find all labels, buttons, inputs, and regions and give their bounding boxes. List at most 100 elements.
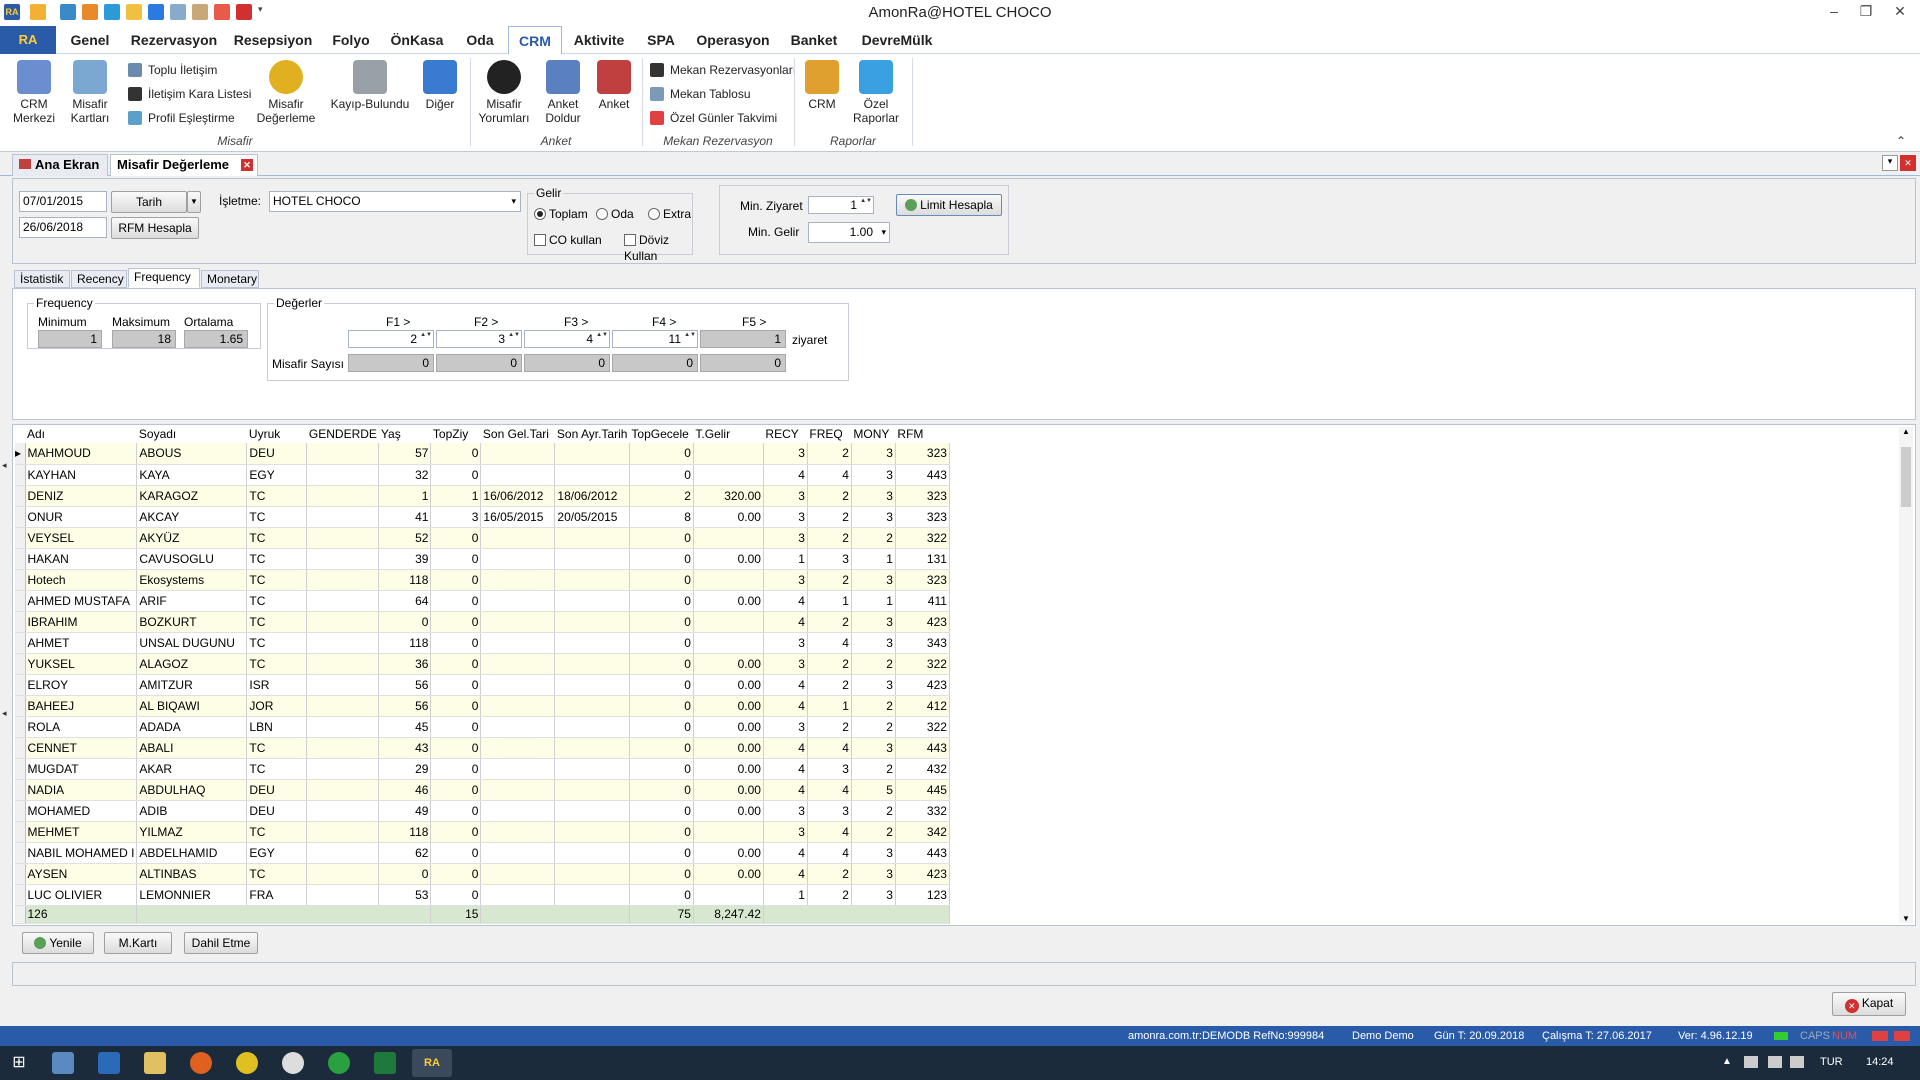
cell-rfm[interactable]: 423 (895, 611, 950, 633)
cell-genderde[interactable] (306, 485, 380, 507)
chevron-down-icon[interactable]: ▼ (187, 191, 201, 213)
cell-son-ayr-tarih[interactable] (554, 884, 630, 906)
cell-son-gel-tari[interactable] (480, 653, 556, 675)
row-indicator[interactable] (15, 779, 26, 801)
cell-topgecele[interactable]: 0 (629, 863, 694, 885)
cell-son-ayr-tarih[interactable] (554, 863, 630, 885)
cell-freq[interactable]: 2 (807, 443, 852, 465)
cell-freq[interactable]: 3 (807, 548, 852, 570)
cell-topgecele[interactable]: 0 (629, 800, 694, 822)
cell-rfm[interactable]: 343 (895, 632, 950, 654)
crm-report-button[interactable]: CRM (800, 60, 844, 111)
cell-uyruk[interactable]: TC (246, 569, 308, 591)
cell-soyad-[interactable]: LEMONNIER (136, 884, 248, 906)
cell-topziy[interactable]: 0 (430, 821, 482, 843)
cell-rfm[interactable]: 323 (895, 569, 950, 591)
cell-uyruk[interactable]: TC (246, 485, 308, 507)
cell-recy[interactable]: 4 (763, 863, 808, 885)
cell-topziy[interactable]: 0 (430, 758, 482, 780)
row-indicator[interactable] (15, 800, 26, 822)
cell-ya-[interactable]: 118 (378, 632, 432, 654)
table-row[interactable]: MEHMET YILMAZ TC 118 0 0 3 4 2 342 (15, 821, 950, 843)
cell-son-gel-tari[interactable] (480, 611, 556, 633)
cell-t-gelir[interactable]: 0.00 (693, 779, 764, 801)
cell-son-ayr-tarih[interactable] (554, 674, 630, 696)
misafir-kartlari-button[interactable]: Misafir Kartları (64, 60, 116, 125)
cell-son-ayr-tarih[interactable] (554, 464, 630, 486)
table-row[interactable]: ONUR AKCAY TC 41 3 16/05/2015 20/05/2015 8 0.00 3… (15, 506, 950, 528)
cell-ad-[interactable]: YUKSEL (25, 653, 138, 675)
cell-son-ayr-tarih[interactable] (554, 527, 630, 549)
collapse-left-icon[interactable]: ◂ (2, 460, 7, 471)
cell-t-gelir[interactable] (693, 821, 764, 843)
cell-rfm[interactable]: 423 (895, 863, 950, 885)
cell-uyruk[interactable]: LBN (246, 716, 308, 738)
row-indicator[interactable] (15, 506, 26, 528)
cell-recy[interactable]: 3 (763, 527, 808, 549)
cell-ad-[interactable]: ROLA (25, 716, 138, 738)
row-indicator[interactable] (15, 653, 26, 675)
cell-topgecele[interactable]: 0 (629, 611, 694, 633)
cell-recy[interactable]: 1 (763, 548, 808, 570)
table-row[interactable]: ELROY AMITZUR ISR 56 0 0 0.00 4 2 3 423 (15, 674, 950, 696)
cell-topziy[interactable]: 0 (430, 863, 482, 885)
cell-uyruk[interactable]: ISR (246, 674, 308, 696)
cell-rfm[interactable]: 443 (895, 464, 950, 486)
table-row[interactable]: YUKSEL ALAGOZ TC 36 0 0 0.00 3 2 2 322 (15, 653, 950, 675)
display-icon[interactable] (1768, 1056, 1782, 1068)
menu-folyo[interactable]: Folyo (326, 26, 376, 54)
radio-oda[interactable]: Oda (596, 206, 634, 222)
cell-rfm[interactable]: 443 (895, 737, 950, 759)
cell-son-gel-tari[interactable] (480, 716, 556, 738)
cell-topziy[interactable]: 0 (430, 653, 482, 675)
cell-ad-[interactable]: KAYHAN (25, 464, 138, 486)
cell-t-gelir[interactable]: 0.00 (693, 548, 764, 570)
cell-son-gel-tari[interactable] (480, 527, 556, 549)
cell-ya-[interactable]: 43 (378, 737, 432, 759)
cell-genderde[interactable] (306, 737, 380, 759)
tab-frequency[interactable]: Frequency (128, 268, 200, 288)
cell-mony[interactable]: 3 (851, 674, 896, 696)
cell-t-gelir[interactable]: 0.00 (693, 716, 764, 738)
cell-son-ayr-tarih[interactable] (554, 800, 630, 822)
cell-soyad-[interactable]: AKYÜZ (136, 527, 248, 549)
cell-freq[interactable]: 2 (807, 674, 852, 696)
cell-son-ayr-tarih[interactable] (554, 758, 630, 780)
cell-soyad-[interactable]: UNSAL DUGUNU (136, 632, 248, 654)
cell-rfm[interactable]: 323 (895, 506, 950, 528)
cell-freq[interactable]: 2 (807, 485, 852, 507)
cell-son-gel-tari[interactable]: 16/06/2012 (480, 485, 556, 507)
crm-merkezi-button[interactable]: CRM Merkezi (8, 60, 60, 125)
cell-topgecele[interactable]: 0 (629, 653, 694, 675)
cell-soyad-[interactable]: KAYA (136, 464, 248, 486)
cell-ya-[interactable]: 64 (378, 590, 432, 612)
row-indicator[interactable] (15, 737, 26, 759)
cell-genderde[interactable] (306, 800, 380, 822)
cell-topgecele[interactable]: 2 (629, 485, 694, 507)
cell-ya-[interactable]: 46 (378, 779, 432, 801)
whatsapp-icon[interactable] (328, 1052, 350, 1074)
cell-ad-[interactable]: MOHAMED (25, 800, 138, 822)
cell-ya-[interactable]: 32 (378, 464, 432, 486)
row-indicator[interactable] (15, 842, 26, 864)
cell-ya-[interactable]: 39 (378, 548, 432, 570)
cell-ya-[interactable]: 36 (378, 653, 432, 675)
f4-input[interactable]: 11 (612, 330, 698, 348)
cell-rfm[interactable]: 131 (895, 548, 950, 570)
excel-icon[interactable] (374, 1052, 396, 1074)
cell-rfm[interactable]: 323 (895, 443, 950, 465)
cell-ad-[interactable]: ELROY (25, 674, 138, 696)
cell-freq[interactable]: 4 (807, 632, 852, 654)
diger-button[interactable]: Diğer (420, 60, 460, 111)
dahil-etme-button[interactable]: Dahil Etme (184, 932, 258, 954)
table-row[interactable]: MOHAMED ADIB DEU 49 0 0 0.00 3 3 2 332 (15, 800, 950, 822)
cell-freq[interactable]: 2 (807, 506, 852, 528)
menu-rezervasyon[interactable]: Rezervasyon (126, 26, 222, 54)
table-row[interactable]: BAHEEJ AL BIQAWI JOR 56 0 0 0.00 4 1 2 412 (15, 695, 950, 717)
row-indicator[interactable]: ▸ (15, 443, 26, 465)
scroll-thumb[interactable] (1901, 447, 1911, 507)
misafir-yorumlari-button[interactable]: Misafir Yorumları (476, 60, 532, 125)
cell-mony[interactable]: 3 (851, 863, 896, 885)
menu-resepsiyon[interactable]: Resepsiyon (230, 26, 316, 54)
cell-t-gelir[interactable] (693, 527, 764, 549)
